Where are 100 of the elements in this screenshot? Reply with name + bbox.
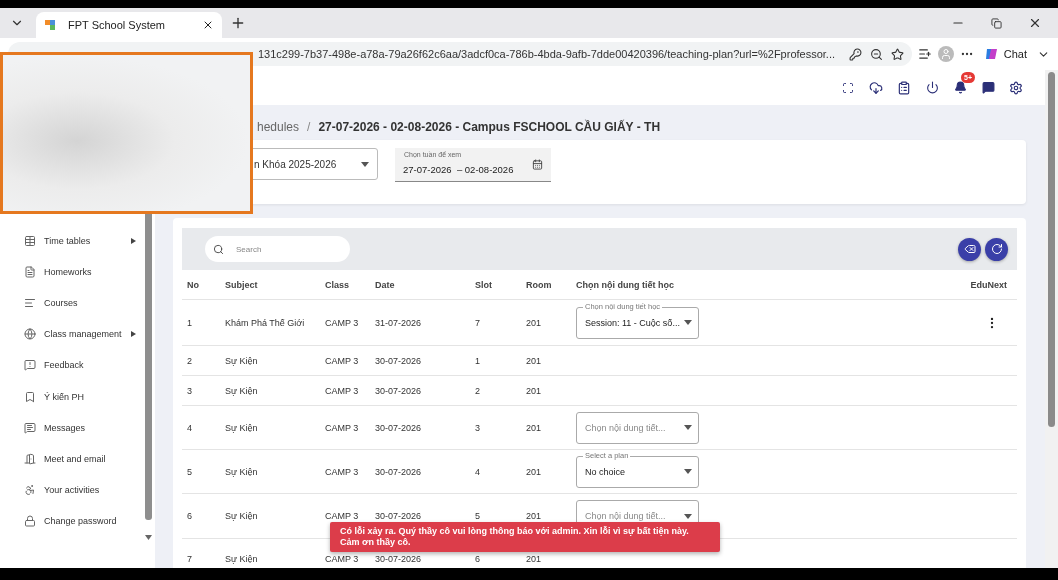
column-header: EduNext [970,279,1008,290]
table-cell-text: CAMP 3 [325,466,360,477]
error-toast: Có lỗi xảy ra. Quý thầy cô vui lòng thông báo với admin. Xin lỗi vì sự bất tiện này. Cảm ơn thầy cô. [330,522,720,552]
table-cell-text: 4 [187,422,193,433]
table-cell-text: 30-07-2026 [375,553,423,564]
star-icon[interactable] [890,47,904,61]
table-cell-text: CAMP 3 [325,317,360,328]
key-icon[interactable] [848,47,862,61]
column-header: Subject [225,279,259,290]
sidebar-item[interactable]: Feedback [0,349,140,381]
close-icon[interactable] [202,19,214,31]
dropdown-caret-icon [361,161,369,167]
scroll-down-icon[interactable] [145,535,152,540]
chat-button[interactable]: Chat [979,46,1031,62]
sidebar-item[interactable]: Your activities [0,474,140,506]
table-cell-text: 7 [187,553,193,564]
close-icon[interactable] [1028,16,1042,30]
table-cell-text: 2 [475,385,481,396]
dropdown-caret-icon [684,425,692,430]
table-cell-text: Khám Phá Thế Giới [225,317,306,328]
tab-title: FPT School System [68,19,166,31]
table-cell-text: 30-07-2026 [375,422,423,433]
search-input[interactable]: Search [234,243,324,255]
column-header: Slot [475,279,493,290]
browser-tab[interactable]: FPT School System [36,12,222,38]
person-icon [939,48,952,60]
door-icon [24,452,36,465]
table-cell-text: CAMP 3 [325,553,360,564]
scrollbar-thumb[interactable] [1048,72,1055,427]
plan-select[interactable]: Chọn nội dung tiết... [576,411,699,444]
accessibility-icon [24,484,36,497]
table-cell-text: CAMP 3 [325,511,360,521]
dropdown-caret-icon [684,320,692,325]
search-icon [213,243,224,255]
column-header: No [187,279,200,290]
sidebar-item[interactable]: Ý kiến PH [0,380,140,413]
sidebar-item[interactable]: Time tables [0,225,140,257]
page-title: 27-07-2026 - 02-08-2026 - Campus FSCHOOL CẦU GIẤY - TH [318,120,661,134]
table-cell-text: 201 [526,385,543,396]
column-header: Chọn nội dung tiết học [576,279,675,290]
sidebar-item[interactable]: Class management [0,318,140,350]
table-cell-text: 5 [475,511,481,521]
url-text: 131c299-7b37-498e-a78a-79a26f62c6aa/3adcf0ca-786b-4bda-9afb-7dde00420396/teaching-plan?url=%2Fprofessor... [258,48,837,60]
table-cell-text: 4 [475,466,481,477]
favorites-icon[interactable] [917,47,932,61]
table-cell-text: 3 [475,422,481,433]
table-cell-text: 6 [187,511,193,521]
table-cell-text: 30-07-2026 [375,385,423,396]
breadcrumb-link[interactable]: hedules [257,120,300,134]
table-cell-text: 31-07-2026 [375,317,423,328]
table-cell-text: Sự Kiện [225,422,259,433]
table-cell-text: 30-07-2026 [375,466,423,477]
dropdown-caret-icon [684,513,692,519]
table-cell-text: 30-07-2026 [375,355,423,366]
column-header: Room [526,279,553,290]
table-cell-text: 7 [475,317,481,328]
table-cell-text: CAMP 3 [325,355,360,366]
search-field[interactable]: Search [205,236,350,262]
table-cell-text: 5 [187,466,193,477]
table-cell-text: Sự Kiện [225,511,259,521]
table-cell-text: 201 [526,466,543,477]
table-cell-text: Sự Kiện [225,355,259,366]
sidebar-item[interactable]: Homeworks [0,256,140,288]
table-cell-text: CAMP 3 [325,422,360,433]
table-cell-text: 201 [526,355,543,366]
restore-icon[interactable] [991,17,1002,29]
bookmark-icon [24,390,36,403]
table-cell-text: 1 [187,317,193,328]
column-header: Class [325,279,351,290]
table-cell-text: 201 [526,511,543,521]
table-cell-text: 6 [475,553,481,564]
table-cell-text: CAMP 3 [325,385,360,396]
table-cell-text: Sự Kiện [225,466,259,477]
table-cell-text: Sự Kiện [225,385,259,396]
breadcrumb-separator: / [307,120,311,134]
table-cell-text: 2 [187,355,193,366]
clear-button[interactable] [958,237,981,261]
date-range: 27-07-2026 – 02-08-2026 [403,164,514,175]
table-cell-text: 3 [187,385,193,396]
sidebar-item[interactable]: Messages [0,412,140,444]
dropdown-caret-icon [684,469,692,474]
calendar-icon[interactable] [532,159,543,170]
lock-icon [24,515,36,528]
table-cell-text: Sự Kiện [225,553,259,564]
copilot-icon [983,46,1000,62]
message-icon [24,421,36,434]
refresh-icon [990,243,1003,255]
zoom-out-icon[interactable] [869,47,883,61]
table-cell-text: 201 [526,553,543,564]
lines-icon [24,296,36,309]
backspace-icon [963,243,976,255]
table-icon [24,234,36,247]
sidebar-item[interactable]: Change password [0,505,140,537]
new-tab-icon[interactable] [230,15,246,31]
sidebar-item[interactable]: Courses [0,287,140,319]
table-cell-text: 201 [526,422,543,433]
table-cell-text: 30-07-2026 [375,511,423,521]
refresh-button[interactable] [985,237,1008,261]
table-cell-text: 1 [475,355,481,366]
sidebar-item[interactable]: Meet and email [0,443,140,475]
